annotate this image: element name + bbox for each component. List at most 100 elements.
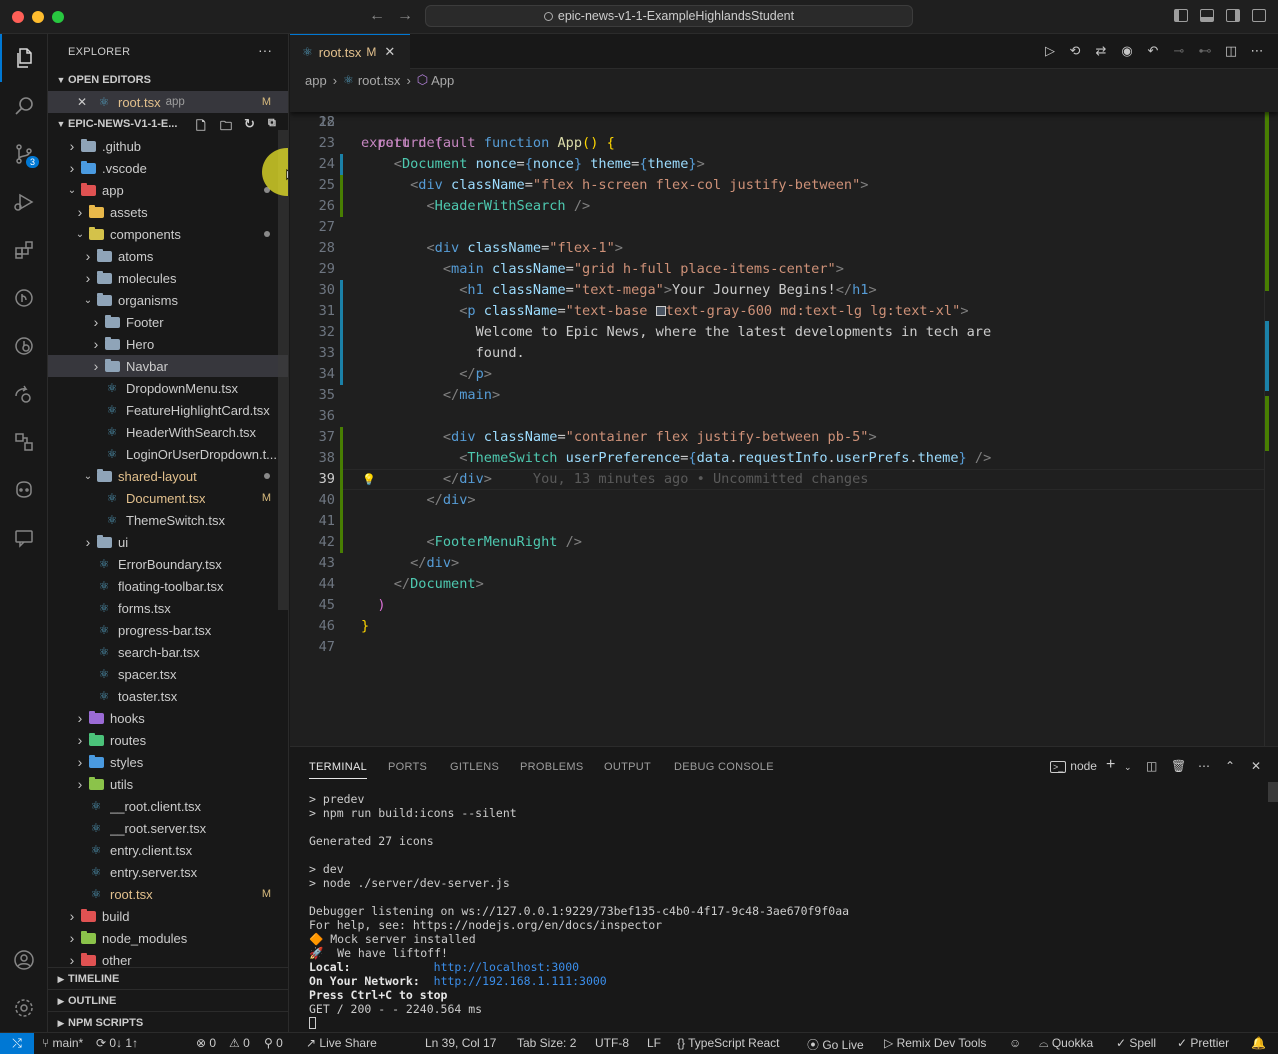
toggle-panel-icon[interactable] [1200, 9, 1214, 22]
collapse-all-icon[interactable]: ⧉ [268, 117, 276, 130]
tree-folder[interactable]: › atoms [48, 245, 288, 267]
terminal-scrollbar[interactable] [1268, 782, 1278, 802]
remote-indicator[interactable]: ⤭ [0, 1033, 34, 1054]
go-live-button[interactable]: ⦿ Go Live [807, 1036, 864, 1053]
tree-folder[interactable]: › molecules [48, 267, 288, 289]
code-line[interactable]: 27 [290, 217, 1278, 238]
ports-count[interactable]: ⚲ 0 [264, 1036, 283, 1050]
code-line[interactable]: 22 [290, 112, 1278, 133]
code-line[interactable]: 38 <ThemeSwitch userPreference={data.req… [290, 448, 1278, 469]
terminal-link[interactable]: http://localhost:3000 [434, 960, 579, 974]
live-share-icon[interactable] [0, 370, 48, 418]
tab-terminal[interactable]: TERMINAL [309, 761, 368, 779]
tree-file[interactable]: ⚛ ErrorBoundary.tsx [48, 553, 288, 575]
tab-gitlens[interactable]: GITLENS [450, 761, 499, 773]
tree-folder[interactable]: › build [48, 905, 288, 927]
tree-folder[interactable]: ⌄ organisms [48, 289, 288, 311]
command-center-search[interactable]: epic-news-v1-1-ExampleHighlandsStudent [425, 5, 913, 27]
tree-file[interactable]: ⚛ search-bar.tsx [48, 641, 288, 663]
breadcrumb-item[interactable]: App [431, 73, 454, 88]
open-changes-icon[interactable]: ◉ [1119, 43, 1135, 59]
tree-file[interactable]: ⚛ Document.tsx M [48, 487, 288, 509]
code-line[interactable]: 37 <div className="container flex justif… [290, 427, 1278, 448]
tree-folder[interactable]: ⌄ app [48, 179, 288, 201]
maximize-panel-icon[interactable]: ⌃ [1225, 759, 1235, 773]
live-share-status[interactable]: ↗ Live Share [306, 1036, 377, 1050]
tree-file[interactable]: ⚛ toaster.tsx [48, 685, 288, 707]
tree-folder[interactable]: › Navbar [48, 355, 288, 377]
code-line[interactable]: 28 <div className="flex-1"> [290, 238, 1278, 259]
copilot-status-icon[interactable]: ☺ [1009, 1036, 1021, 1050]
timeline-icon[interactable] [0, 322, 48, 370]
tab-output[interactable]: OUTPUT [604, 761, 651, 773]
compare-changes-icon[interactable]: ⇄ [1093, 43, 1109, 59]
code-editor[interactable]: 18 export default function App() { 22 23 … [290, 91, 1278, 746]
copilot-icon[interactable] [0, 466, 48, 514]
prettier-button[interactable]: ✓ Prettier [1177, 1036, 1229, 1050]
project-folder-header[interactable]: ▼ EPIC-NEWS-V1-1-E... 🗋 🗀 ↻ ⧉ [48, 113, 288, 135]
tree-folder[interactable]: ⌄ shared-layout [48, 465, 288, 487]
tree-file[interactable]: ⚛ spacer.tsx [48, 663, 288, 685]
split-terminal-icon[interactable]: ◫ [1146, 759, 1157, 773]
tree-file[interactable]: ⚛ forms.tsx [48, 597, 288, 619]
open-editor-item[interactable]: ✕ ⚛ root.tsx app M [48, 91, 288, 113]
search-icon[interactable] [0, 82, 48, 130]
code-line[interactable]: 💡 39 </div> You, 13 minutes ago • Uncommi… [290, 469, 1278, 490]
tree-folder[interactable]: ⌄ components [48, 223, 288, 245]
tree-file[interactable]: ⚛ floating-toolbar.tsx [48, 575, 288, 597]
window-maximize-button[interactable] [52, 11, 64, 23]
previous-change-icon[interactable]: ↶ [1145, 43, 1161, 59]
account-icon[interactable] [0, 936, 48, 984]
code-line[interactable]: 32 Welcome to Epic News, where the lates… [290, 322, 1278, 343]
quokka-button[interactable]: ⌓ Quokka [1039, 1036, 1093, 1051]
terminal-instance[interactable]: >_ node [1050, 759, 1097, 773]
close-tab-icon[interactable]: ✕ [384, 44, 395, 60]
extensions-icon[interactable] [0, 226, 48, 274]
tree-folder[interactable]: › .vscode [48, 157, 288, 179]
tree-folder[interactable]: › assets [48, 201, 288, 223]
breadcrumb-item[interactable]: root.tsx [358, 73, 401, 88]
code-line[interactable]: 35 </main> [290, 385, 1278, 406]
refresh-icon[interactable]: ↻ [244, 116, 255, 132]
tree-folder[interactable]: › routes [48, 729, 288, 751]
remote-explorer-icon[interactable] [0, 418, 48, 466]
language-mode[interactable]: {} TypeScript React [677, 1036, 780, 1050]
back-arrow-icon[interactable]: ← [369, 7, 385, 25]
code-line[interactable]: 40 </div> [290, 490, 1278, 511]
tab-root-tsx[interactable]: ⚛ root.tsx M ✕ [290, 34, 410, 69]
notifications-icon[interactable]: 🔔 [1251, 1036, 1266, 1050]
next-change-icon[interactable]: ⊷ [1197, 43, 1213, 59]
tree-folder[interactable]: › .github [48, 135, 288, 157]
tree-folder[interactable]: › styles [48, 751, 288, 773]
tree-file[interactable]: ⚛ entry.client.tsx [48, 839, 288, 861]
tab-problems[interactable]: PROBLEMS [520, 761, 584, 773]
sticky-scroll-line[interactable]: 18 export default function App() { [290, 91, 1278, 151]
kill-terminal-icon[interactable]: 🗑 [1171, 759, 1186, 773]
editor-scrollbar[interactable] [1264, 91, 1278, 746]
gitlens-icon[interactable] [0, 274, 48, 322]
errors-count[interactable]: ⊗ 0 [196, 1036, 216, 1050]
sidebar-scrollbar[interactable] [278, 130, 288, 610]
run-icon[interactable]: ▷ [1042, 43, 1058, 59]
tree-file[interactable]: ⚛ root.tsx M [48, 883, 288, 905]
code-line[interactable]: 25 <div className="flex h-screen flex-co… [290, 175, 1278, 196]
more-actions-icon[interactable]: ⋯ [1249, 43, 1265, 59]
tree-file[interactable]: ⚛ entry.server.tsx [48, 861, 288, 883]
tree-folder[interactable]: › ui [48, 531, 288, 553]
close-panel-icon[interactable]: ✕ [1251, 759, 1261, 773]
explorer-icon[interactable] [0, 34, 48, 82]
tab-ports[interactable]: PORTS [388, 761, 427, 773]
tree-file[interactable]: ⚛ progress-bar.tsx [48, 619, 288, 641]
code-line[interactable]: 47 [290, 637, 1278, 658]
more-actions-icon[interactable]: ⋯ [1198, 759, 1210, 773]
code-line[interactable]: 29 <main className="grid h-full place-it… [290, 259, 1278, 280]
file-history-icon[interactable]: ⟲ [1067, 43, 1083, 59]
tree-file[interactable]: ⚛ __root.client.tsx [48, 795, 288, 817]
tree-file[interactable]: ⚛ LoginOrUserDropdown.t... [48, 443, 288, 465]
terminal-link[interactable]: http://192.168.1.111:3000 [434, 974, 607, 988]
forward-arrow-icon[interactable]: → [397, 7, 413, 25]
outline-section[interactable]: ▶ OUTLINE [48, 989, 288, 1012]
tree-file[interactable]: ⚛ HeaderWithSearch.tsx [48, 421, 288, 443]
settings-icon[interactable] [0, 984, 48, 1032]
close-icon[interactable]: ✕ [74, 95, 90, 109]
